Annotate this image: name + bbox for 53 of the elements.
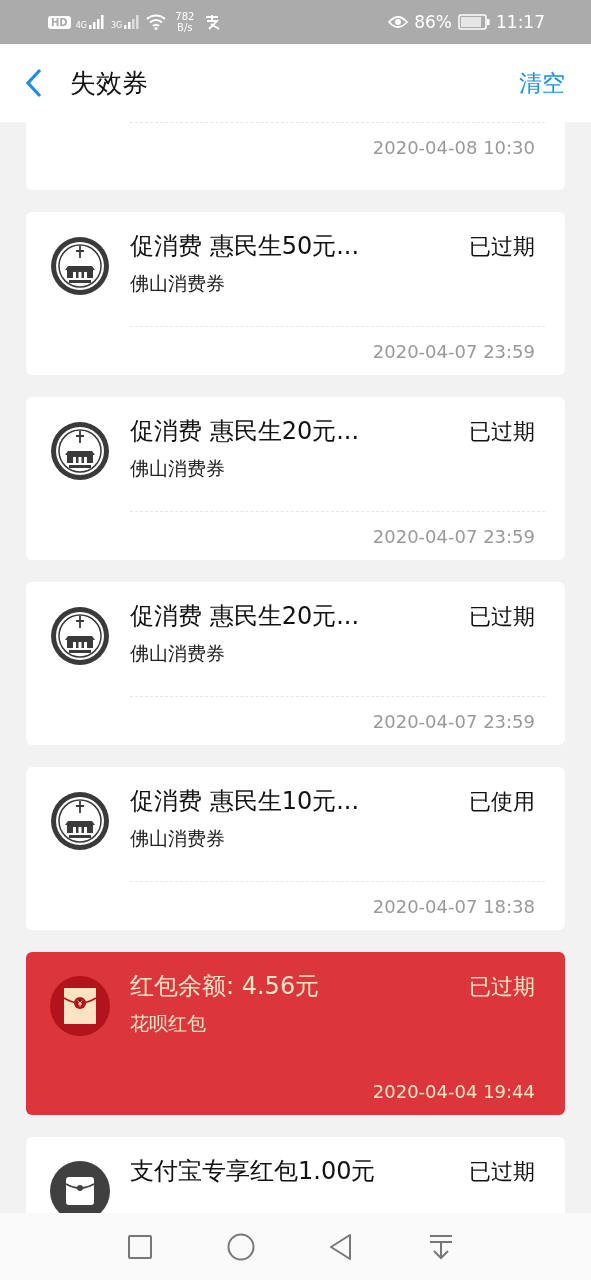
coupon-source: 佛山消费券 — [130, 826, 225, 851]
hd-badge: HD — [48, 15, 71, 29]
coupon-title: 促消费 惠民生50元... — [130, 231, 360, 262]
coupon-title: 红包余额: 4.56元 — [130, 971, 320, 1002]
coupon-source: 佛山消费券 — [130, 271, 225, 296]
expiry-date: 2020-04-07 23:59 — [372, 341, 535, 362]
coupon-status: 已过期 — [469, 603, 535, 631]
coupon-status: 已过期 — [469, 1158, 535, 1186]
clear-button[interactable]: 清空 — [519, 67, 565, 99]
eye-icon — [388, 15, 409, 29]
network-label: 4G — [75, 21, 87, 30]
coupon-card[interactable]: 红包余额: 4.56元 已过期 花呗红包 2020-04-04 19:44 — [26, 952, 565, 1115]
coupon-title: 促消费 惠民生20元... — [130, 416, 360, 447]
coupon-title: 促消费 惠民生20元... — [130, 601, 360, 632]
battery-percent: 86% — [414, 12, 452, 32]
expiry-date: 2020-04-07 23:59 — [372, 711, 535, 732]
coupon-title: 促消费 惠民生10元... — [130, 786, 360, 817]
back-button[interactable] — [24, 67, 44, 99]
coupon-status: 已过期 — [469, 973, 535, 1001]
coupon-card[interactable]: 促消费 惠民生20元... 已过期 佛山消费券 2020-04-07 23:59 — [26, 582, 565, 745]
clock: 11:17 — [496, 12, 545, 32]
signal-icon — [87, 15, 106, 29]
speed-value: 782 — [175, 11, 195, 22]
expiry-date: 2020-04-04 19:44 — [372, 1081, 535, 1102]
home-button[interactable] — [226, 1232, 255, 1261]
network-label: 3G — [110, 21, 123, 30]
battery-icon — [458, 14, 490, 30]
emblem-icon — [50, 236, 110, 296]
coupon-title: 支付宝专享红包1.00元 — [130, 1156, 376, 1187]
page-title: 失效券 — [70, 66, 149, 100]
emblem-icon — [50, 421, 110, 481]
expiry-date: 2020-04-08 10:30 — [372, 137, 535, 158]
emblem-icon — [50, 606, 110, 666]
signal-icon — [123, 15, 142, 29]
coupon-source: 佛山消费券 — [130, 456, 225, 481]
expiry-date: 2020-04-07 23:59 — [372, 526, 535, 547]
coupon-status: 已过期 — [469, 233, 535, 261]
coupon-card[interactable]: 支付宝专享红包1.00元 已过期 — [26, 1137, 565, 1213]
coupon-card[interactable]: 促消费 惠民生50元... 已过期 佛山消费券 2020-04-07 23:59 — [26, 212, 565, 375]
expiry-date: 2020-04-07 18:38 — [372, 896, 535, 917]
notification-pull-down-button[interactable] — [428, 1233, 455, 1260]
money-envelope-icon — [50, 976, 110, 1036]
coupon-card[interactable]: 促消费 惠民生10元... 已使用 佛山消费券 2020-04-07 18:38 — [26, 767, 565, 930]
recent-apps-button[interactable] — [126, 1233, 153, 1260]
emblem-icon — [50, 791, 110, 851]
speed-unit: B/s — [177, 22, 193, 33]
coupon-source: 佛山消费券 — [130, 641, 225, 666]
coupon-status: 已过期 — [469, 418, 535, 446]
coupon-card[interactable]: 促消费 惠民生20元... 已过期 佛山消费券 2020-04-07 23:59 — [26, 397, 565, 560]
wifi-icon — [146, 14, 167, 30]
app-icon — [203, 14, 222, 30]
coupon-source: 花呗红包 — [130, 1011, 206, 1036]
coupon-status: 已使用 — [469, 788, 535, 816]
